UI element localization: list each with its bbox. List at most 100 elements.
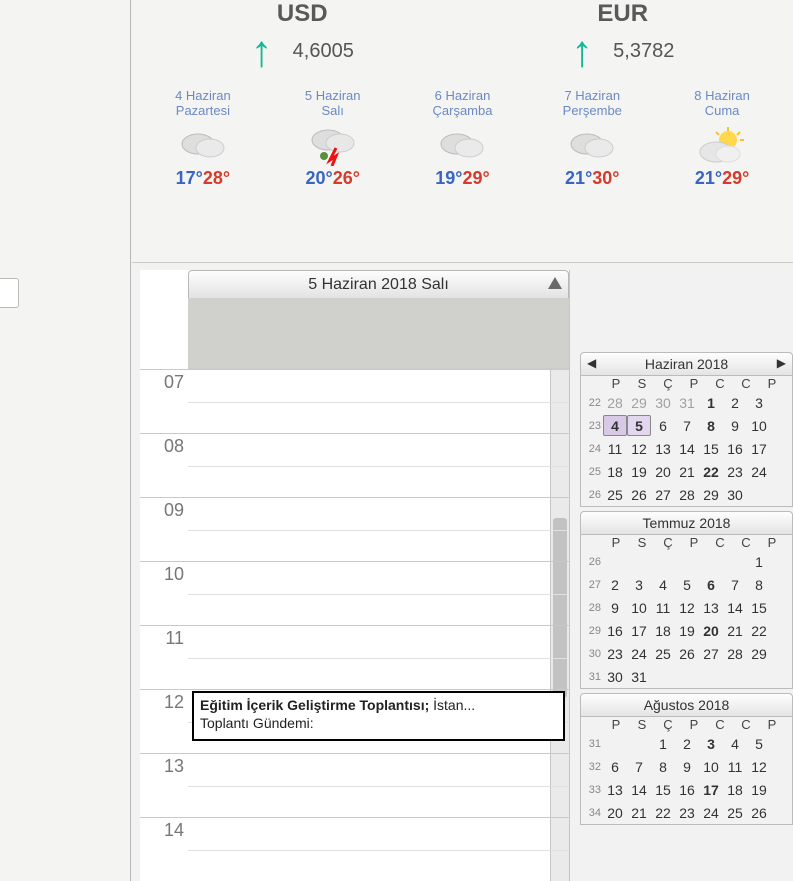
- mini-day-cell[interactable]: [747, 666, 771, 687]
- mini-day-cell[interactable]: 25: [723, 802, 747, 823]
- mini-day-cell[interactable]: 20: [651, 461, 675, 482]
- mini-day-cell[interactable]: 21: [627, 802, 651, 823]
- mini-day-cell[interactable]: 23: [675, 802, 699, 823]
- mini-day-cell[interactable]: [723, 666, 747, 687]
- mini-day-cell[interactable]: 18: [603, 461, 627, 482]
- mini-month-header[interactable]: Ağustos 2018: [580, 693, 793, 717]
- mini-day-cell[interactable]: 4: [723, 733, 747, 754]
- mini-day-cell[interactable]: 1: [651, 733, 675, 754]
- mini-day-cell[interactable]: 29: [699, 484, 723, 505]
- mini-day-cell[interactable]: 22: [747, 620, 771, 641]
- mini-day-cell[interactable]: 2: [675, 733, 699, 754]
- hour-row[interactable]: 10: [140, 561, 569, 626]
- mini-day-cell[interactable]: 24: [627, 643, 651, 664]
- event-resize-handle[interactable]: [192, 693, 194, 739]
- hour-row[interactable]: 08: [140, 433, 569, 498]
- mini-day-cell[interactable]: 7: [675, 415, 699, 436]
- time-grid[interactable]: 0708091011121314 Eğitim İçerik Geliştirm…: [140, 369, 569, 881]
- mini-day-cell[interactable]: 2: [603, 574, 627, 595]
- mini-day-cell[interactable]: 15: [699, 438, 723, 459]
- hour-row[interactable]: 13: [140, 753, 569, 818]
- mini-day-cell[interactable]: 22: [651, 802, 675, 823]
- mini-day-cell[interactable]: 11: [651, 597, 675, 618]
- mini-day-cell[interactable]: 5: [627, 415, 651, 436]
- mini-day-cell[interactable]: 20: [603, 802, 627, 823]
- mini-day-cell[interactable]: [603, 551, 627, 572]
- mini-day-cell[interactable]: 23: [603, 643, 627, 664]
- mini-day-cell[interactable]: 9: [723, 415, 747, 436]
- mini-day-cell[interactable]: 31: [675, 392, 699, 413]
- mini-day-cell[interactable]: 3: [747, 392, 771, 413]
- mini-day-cell[interactable]: 4: [603, 415, 627, 436]
- mini-day-cell[interactable]: 30: [603, 666, 627, 687]
- mini-day-cell[interactable]: 27: [651, 484, 675, 505]
- mini-day-cell[interactable]: [675, 551, 699, 572]
- mini-day-cell[interactable]: 3: [699, 733, 723, 754]
- mini-day-cell[interactable]: 20: [699, 620, 723, 641]
- mini-day-cell[interactable]: 13: [603, 779, 627, 800]
- mini-day-cell[interactable]: [627, 551, 651, 572]
- all-day-area[interactable]: [188, 298, 569, 369]
- mini-day-cell[interactable]: 10: [627, 597, 651, 618]
- hour-row[interactable]: 14: [140, 817, 569, 881]
- mini-day-cell[interactable]: [723, 551, 747, 572]
- mini-day-cell[interactable]: 6: [699, 574, 723, 595]
- hour-row[interactable]: 11: [140, 625, 569, 690]
- calendar-event[interactable]: Eğitim İçerik Geliştirme Toplantısı; İst…: [192, 691, 565, 741]
- mini-day-cell[interactable]: 25: [603, 484, 627, 505]
- mini-day-cell[interactable]: 17: [627, 620, 651, 641]
- mini-day-cell[interactable]: 19: [675, 620, 699, 641]
- mini-day-cell[interactable]: 26: [747, 802, 771, 823]
- mini-day-cell[interactable]: 9: [675, 756, 699, 777]
- mini-day-cell[interactable]: 18: [723, 779, 747, 800]
- mini-day-cell[interactable]: 24: [699, 802, 723, 823]
- hour-row[interactable]: 09: [140, 497, 569, 562]
- mini-day-cell[interactable]: 4: [651, 574, 675, 595]
- collapse-icon[interactable]: [548, 277, 562, 289]
- mini-day-cell[interactable]: 25: [651, 643, 675, 664]
- mini-day-cell[interactable]: 14: [723, 597, 747, 618]
- mini-day-cell[interactable]: [675, 666, 699, 687]
- panel-stub[interactable]: [0, 278, 19, 308]
- mini-day-cell[interactable]: 16: [723, 438, 747, 459]
- mini-day-cell[interactable]: [699, 666, 723, 687]
- mini-day-cell[interactable]: 8: [747, 574, 771, 595]
- mini-day-cell[interactable]: 1: [699, 392, 723, 413]
- mini-day-cell[interactable]: 14: [675, 438, 699, 459]
- mini-day-cell[interactable]: [747, 484, 771, 505]
- mini-day-cell[interactable]: 30: [651, 392, 675, 413]
- mini-day-cell[interactable]: 12: [747, 756, 771, 777]
- mini-day-cell[interactable]: 26: [627, 484, 651, 505]
- mini-day-cell[interactable]: 16: [675, 779, 699, 800]
- mini-day-cell[interactable]: 28: [603, 392, 627, 413]
- mini-day-cell[interactable]: 16: [603, 620, 627, 641]
- mini-day-cell[interactable]: 27: [699, 643, 723, 664]
- mini-day-cell[interactable]: 12: [627, 438, 651, 459]
- mini-day-cell[interactable]: 11: [723, 756, 747, 777]
- mini-day-cell[interactable]: 1: [747, 551, 771, 572]
- mini-day-cell[interactable]: 8: [699, 415, 723, 436]
- mini-day-cell[interactable]: [603, 733, 627, 754]
- mini-day-cell[interactable]: 9: [603, 597, 627, 618]
- mini-day-cell[interactable]: [627, 733, 651, 754]
- next-month-icon[interactable]: ▶: [773, 356, 790, 370]
- mini-day-cell[interactable]: 3: [627, 574, 651, 595]
- mini-day-cell[interactable]: 29: [747, 643, 771, 664]
- mini-day-cell[interactable]: 5: [675, 574, 699, 595]
- mini-day-cell[interactable]: 13: [699, 597, 723, 618]
- mini-day-cell[interactable]: 17: [699, 779, 723, 800]
- mini-month-header[interactable]: ◀Haziran 2018▶: [580, 352, 793, 376]
- mini-month-header[interactable]: Temmuz 2018: [580, 511, 793, 535]
- schedule-date-header[interactable]: 5 Haziran 2018 Salı: [188, 270, 569, 300]
- prev-month-icon[interactable]: ◀: [583, 356, 600, 370]
- mini-day-cell[interactable]: 2: [723, 392, 747, 413]
- mini-day-cell[interactable]: [651, 666, 675, 687]
- mini-day-cell[interactable]: 22: [699, 461, 723, 482]
- mini-day-cell[interactable]: 19: [747, 779, 771, 800]
- mini-day-cell[interactable]: 18: [651, 620, 675, 641]
- mini-day-cell[interactable]: 28: [723, 643, 747, 664]
- mini-day-cell[interactable]: [651, 551, 675, 572]
- mini-day-cell[interactable]: 12: [675, 597, 699, 618]
- mini-day-cell[interactable]: 21: [675, 461, 699, 482]
- mini-day-cell[interactable]: 23: [723, 461, 747, 482]
